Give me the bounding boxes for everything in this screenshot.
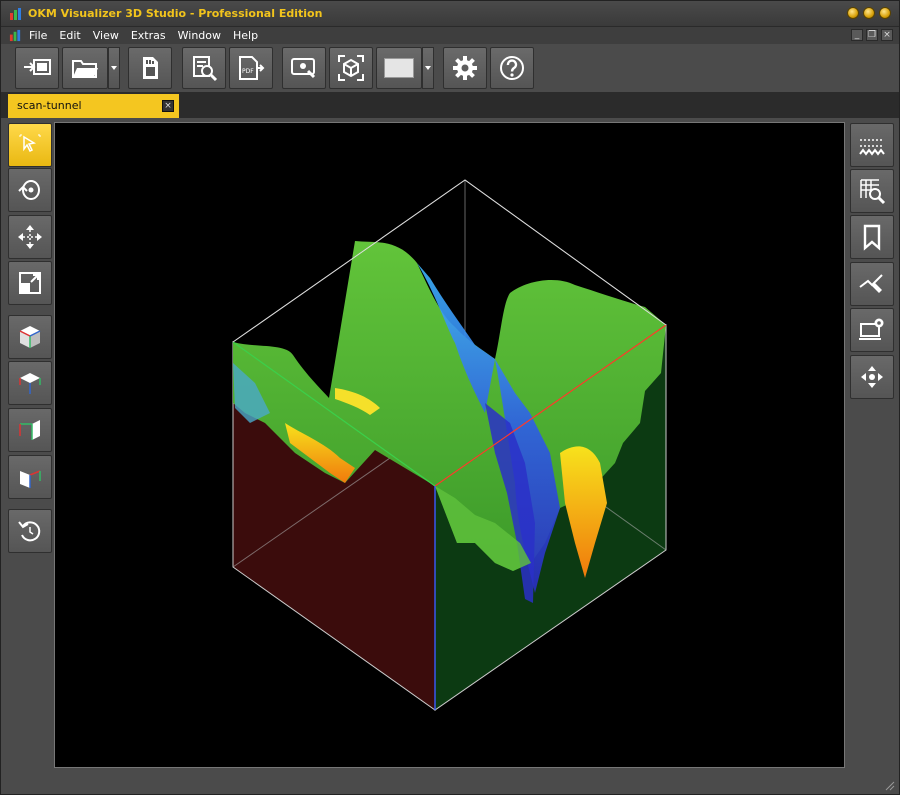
navigate-icon [861,366,883,388]
window-title: OKM Visualizer 3D Studio - Professional … [28,7,323,20]
move-tool-button[interactable] [8,215,52,259]
navigate-button[interactable] [850,355,894,399]
color-swatch-button[interactable] [376,47,422,89]
open-folder-icon [72,60,98,78]
mdi-minimize-button[interactable]: _ [851,29,863,41]
rotate-icon [18,180,40,200]
settings-button[interactable] [443,47,487,89]
scale-icon [19,272,41,294]
view-top-icon [19,373,41,394]
tab-scan-tunnel[interactable]: scan-tunnel × [8,94,179,118]
app-window: OKM Visualizer 3D Studio - Professional … [0,0,900,795]
screen-capture-button[interactable] [282,47,326,89]
height-profile-button[interactable] [850,123,894,167]
height-profile-icon [859,139,885,156]
device-settings-icon [859,318,884,340]
measure-pen-icon [859,274,883,293]
menu-window[interactable]: Window [178,29,221,42]
title-bar: OKM Visualizer 3D Studio - Professional … [1,1,899,27]
sd-card-button[interactable] [128,47,172,89]
chevron-down-icon [111,66,117,70]
sd-card-icon [143,57,158,79]
report-search-icon [193,56,218,82]
scale-tool-button[interactable] [8,261,52,305]
main-toolbar: PDF [1,44,899,92]
view-iso-button[interactable] [8,315,52,359]
status-bar [1,778,899,794]
select-cursor-icon [19,134,41,153]
right-tool-palette [845,118,899,778]
3d-viewport[interactable] [54,122,845,768]
select-tool-button[interactable] [8,123,52,167]
chevron-down-icon [425,66,431,70]
maximize-window-button[interactable] [863,7,875,19]
screen-capture-icon [291,58,316,79]
left-tool-palette [1,118,55,778]
app-menu-icon[interactable] [9,29,22,42]
svg-text:PDF: PDF [242,68,254,75]
tab-label: scan-tunnel [17,99,82,112]
reset-view-icon [18,521,41,542]
menu-edit[interactable]: Edit [59,29,80,42]
move-icon [18,225,42,249]
bookmark-button[interactable] [850,215,894,259]
color-swatch-icon [384,58,414,78]
reset-view-button[interactable] [8,509,52,553]
menu-view[interactable]: View [93,29,119,42]
3d-object-icon [338,55,364,81]
gear-icon [453,56,477,80]
document-tab-strip: scan-tunnel × [1,92,899,118]
help-icon [500,56,524,80]
open-dropdown-button[interactable] [108,47,120,89]
menu-help[interactable]: Help [233,29,258,42]
open-button[interactable] [62,47,108,89]
view-front-button[interactable] [8,455,52,499]
view-side-button[interactable] [8,408,52,452]
close-window-button[interactable] [879,7,891,19]
rotate-tool-button[interactable] [8,168,52,212]
app-logo-icon [10,8,21,20]
window-controls [847,7,891,19]
bookmark-icon [863,224,881,251]
color-dropdown-button[interactable] [422,47,434,89]
scan-3d-render [232,179,667,711]
view-iso-icon [19,326,41,348]
menu-file[interactable]: File [29,29,47,42]
view-side-icon [19,420,40,440]
view-top-button[interactable] [8,361,52,405]
3d-object-button[interactable] [329,47,373,89]
menu-extras[interactable]: Extras [131,29,166,42]
resize-grip-icon[interactable] [885,781,895,791]
mdi-restore-button[interactable]: ❐ [866,29,878,41]
device-settings-button[interactable] [850,308,894,352]
minimize-window-button[interactable] [847,7,859,19]
menu-bar: File Edit View Extras Window Help _ ❐ × [1,27,899,44]
view-front-icon [20,470,41,488]
grid-zoom-button[interactable] [850,169,894,213]
measure-button[interactable] [850,262,894,306]
close-tab-button[interactable]: × [162,100,174,112]
import-button[interactable] [15,47,59,89]
mdi-close-button[interactable]: × [881,29,893,41]
pdf-export-icon: PDF [239,56,265,80]
help-button[interactable] [490,47,534,89]
report-search-button[interactable] [182,47,226,89]
pdf-export-button[interactable]: PDF [229,47,273,89]
import-icon [24,59,51,75]
grid-zoom-icon [860,179,886,205]
